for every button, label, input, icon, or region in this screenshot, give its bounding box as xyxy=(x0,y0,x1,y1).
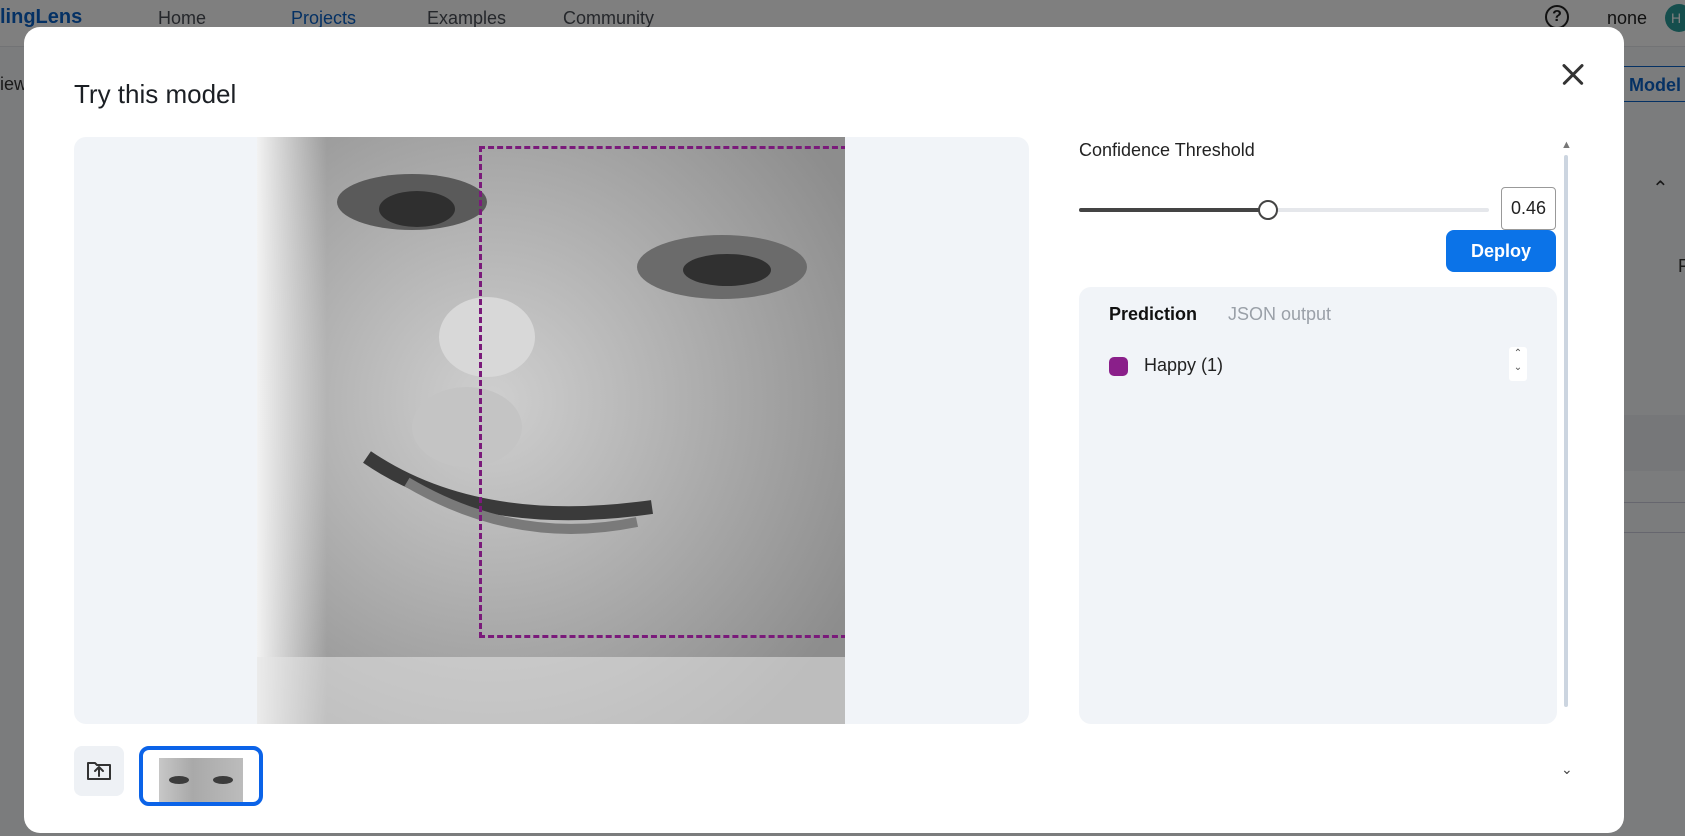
prediction-panel: Prediction JSON output Happy (1) ⌃ ⌄ xyxy=(1079,287,1557,724)
modal-title: Try this model xyxy=(74,79,237,109)
confidence-threshold-label: Confidence Threshold xyxy=(1079,140,1255,160)
try-model-modal: Try this model Confidence Threshold 0.46… xyxy=(24,27,1624,833)
chevron-down-icon[interactable]: ⌄ xyxy=(1561,761,1573,778)
confidence-slider[interactable] xyxy=(1079,199,1489,221)
close-icon[interactable] xyxy=(1556,57,1590,91)
upload-folder-icon xyxy=(87,762,111,780)
scrollbar-thumb[interactable] xyxy=(1564,155,1568,707)
thumbnail-detail xyxy=(213,776,233,784)
bounding-box xyxy=(479,146,845,638)
scroll-up-icon[interactable]: ▲ xyxy=(1561,139,1572,151)
tab-prediction[interactable]: Prediction xyxy=(1109,304,1197,325)
tab-json-output[interactable]: JSON output xyxy=(1228,304,1331,325)
thumbnail-detail xyxy=(169,776,189,784)
deploy-button[interactable]: Deploy xyxy=(1446,230,1556,272)
scrollbar[interactable]: ▲ xyxy=(1561,139,1572,729)
prediction-label: Happy (1) xyxy=(1144,355,1224,375)
list-scroll-control[interactable]: ⌃ ⌄ xyxy=(1509,347,1527,381)
confidence-input[interactable] xyxy=(1501,187,1556,230)
image-preview-panel xyxy=(74,137,1029,724)
image-thumbnail[interactable] xyxy=(139,746,263,806)
class-color-swatch xyxy=(1109,357,1128,376)
face-image xyxy=(257,137,845,724)
slider-fill xyxy=(1079,208,1268,212)
slider-thumb[interactable] xyxy=(1257,200,1278,220)
upload-folder-icon[interactable] xyxy=(74,746,124,796)
thumbnail-image xyxy=(159,758,243,802)
